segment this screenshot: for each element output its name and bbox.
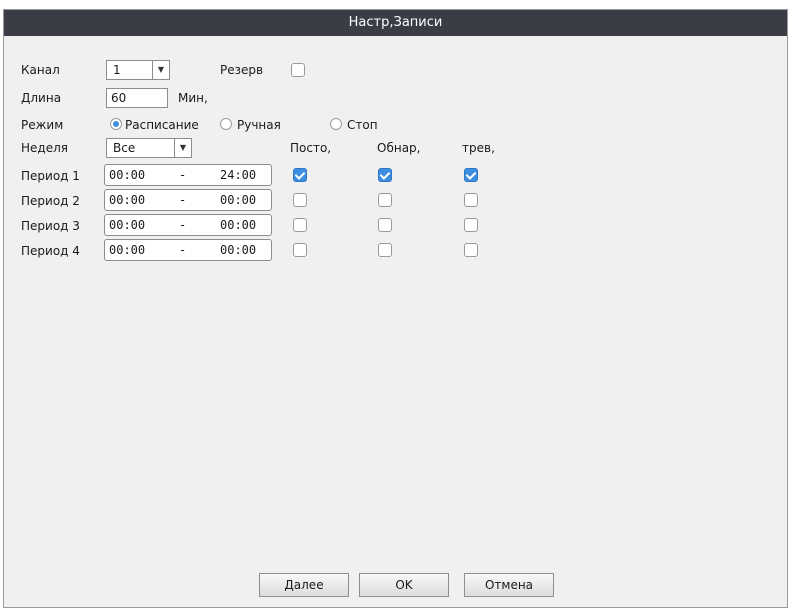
- mode-schedule-label: Расписание: [125, 118, 199, 132]
- mode-manual-label: Ручная: [237, 118, 281, 132]
- period-3-regular-checkbox[interactable]: [293, 218, 307, 232]
- period-2-time-range[interactable]: 00:00 - 00:00: [104, 189, 272, 211]
- period-1-detect-checkbox[interactable]: [378, 168, 392, 182]
- period-2-detect-checkbox[interactable]: [378, 193, 392, 207]
- period-3-alarm-checkbox[interactable]: [464, 218, 478, 232]
- period-1-time-range[interactable]: 00:00 - 24:00: [104, 164, 272, 186]
- period-3-start: 00:00: [109, 218, 146, 232]
- period-3-end: 00:00: [220, 218, 257, 232]
- period-2-end: 00:00: [220, 193, 257, 207]
- period-4-end: 00:00: [220, 243, 257, 257]
- period-1-alarm-checkbox[interactable]: [464, 168, 478, 182]
- record-settings-form: Канал 1 ▼ Резерв Длина 60 Мин, Режим Рас…: [4, 36, 787, 607]
- column-header-alarm: трев,: [462, 141, 495, 155]
- period-2-regular-checkbox[interactable]: [293, 193, 307, 207]
- next-button[interactable]: Далее: [259, 573, 349, 597]
- record-settings-window: Настр,Записи Канал 1 ▼ Резерв Длина 60 М…: [3, 9, 788, 608]
- period-4-time-range[interactable]: 00:00 - 00:00: [104, 239, 272, 261]
- length-label: Длина: [21, 91, 62, 105]
- channel-label: Канал: [21, 63, 60, 77]
- period-1-separator: -: [179, 168, 187, 182]
- length-unit: Мин,: [178, 91, 208, 105]
- chevron-down-icon: ▼: [174, 139, 191, 157]
- channel-select[interactable]: 1 ▼: [106, 60, 170, 80]
- length-input[interactable]: 60: [106, 88, 168, 108]
- period-1-start: 00:00: [109, 168, 146, 182]
- week-value: Все: [113, 141, 136, 155]
- mode-stop-label: Стоп: [347, 118, 378, 132]
- reserve-checkbox[interactable]: [291, 63, 305, 77]
- period-4-label: Период 4: [21, 244, 80, 258]
- period-4-detect-checkbox[interactable]: [378, 243, 392, 257]
- period-2-start: 00:00: [109, 193, 146, 207]
- window-title: Настр,Записи: [4, 10, 787, 36]
- period-1-label: Период 1: [21, 169, 80, 183]
- reserve-label: Резерв: [220, 63, 264, 77]
- week-select[interactable]: Все ▼: [106, 138, 192, 158]
- period-2-separator: -: [179, 193, 187, 207]
- mode-manual-radio[interactable]: [220, 118, 232, 130]
- column-header-regular: Посто,: [290, 141, 332, 155]
- mode-schedule-radio[interactable]: [110, 118, 122, 130]
- period-4-alarm-checkbox[interactable]: [464, 243, 478, 257]
- cancel-button[interactable]: Отмена: [464, 573, 554, 597]
- channel-value: 1: [113, 63, 121, 77]
- period-1-end: 24:00: [220, 168, 257, 182]
- period-1-regular-checkbox[interactable]: [293, 168, 307, 182]
- ok-button[interactable]: OK: [359, 573, 449, 597]
- period-2-label: Период 2: [21, 194, 80, 208]
- period-2-alarm-checkbox[interactable]: [464, 193, 478, 207]
- chevron-down-icon: ▼: [152, 61, 169, 79]
- period-4-regular-checkbox[interactable]: [293, 243, 307, 257]
- mode-label: Режим: [21, 118, 64, 132]
- period-3-separator: -: [179, 218, 187, 232]
- period-4-start: 00:00: [109, 243, 146, 257]
- week-label: Неделя: [21, 141, 68, 155]
- period-4-separator: -: [179, 243, 187, 257]
- period-3-label: Период 3: [21, 219, 80, 233]
- column-header-detect: Обнар,: [377, 141, 421, 155]
- period-3-time-range[interactable]: 00:00 - 00:00: [104, 214, 272, 236]
- mode-stop-radio[interactable]: [330, 118, 342, 130]
- period-3-detect-checkbox[interactable]: [378, 218, 392, 232]
